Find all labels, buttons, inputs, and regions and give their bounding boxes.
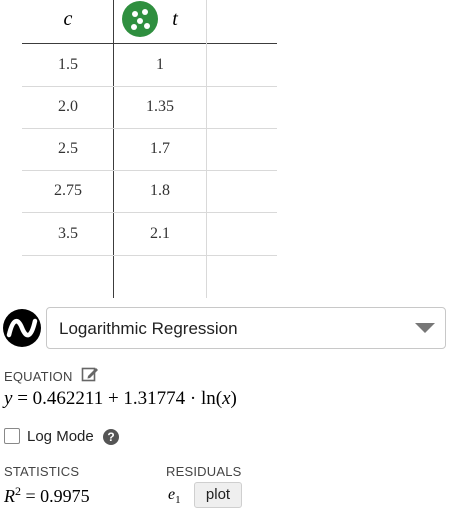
row-divider [22, 128, 277, 129]
residual-variable: e1 [168, 486, 181, 507]
table-cell[interactable]: 2.1 [114, 225, 206, 243]
row-divider [22, 255, 277, 256]
point-dots-icon[interactable] [122, 1, 158, 37]
regression-type-label: Logarithmic Regression [59, 319, 238, 338]
table-cell[interactable]: 2.75 [22, 182, 114, 200]
header-divider [22, 43, 277, 44]
edit-icon[interactable] [81, 365, 99, 383]
table-cell[interactable]: 3.5 [22, 225, 114, 243]
residuals-section-label: RESIDUALS [166, 464, 242, 479]
column-header-c[interactable]: c [22, 8, 114, 31]
log-mode-checkbox[interactable] [4, 428, 20, 444]
table-cell[interactable]: 2.5 [22, 140, 114, 158]
chevron-down-icon [415, 323, 435, 333]
column-divider [206, 0, 207, 298]
row-divider [22, 212, 277, 213]
table-cell[interactable]: 1.5 [22, 56, 114, 74]
plot-residuals-button[interactable]: plot [194, 482, 242, 508]
row-divider [22, 86, 277, 87]
table-cell[interactable]: 1.35 [114, 98, 206, 116]
help-icon[interactable]: ? [103, 429, 119, 445]
desmos-logo-icon [2, 308, 42, 348]
regression-type-select[interactable]: Logarithmic Regression [46, 307, 446, 349]
log-mode-label[interactable]: Log Mode [27, 428, 94, 445]
table-cell[interactable]: 2.0 [22, 98, 114, 116]
table-cell[interactable]: 1.7 [114, 140, 206, 158]
r-squared-value: R2 = 0.9975 [4, 484, 90, 506]
column-header-t[interactable]: t [160, 8, 190, 31]
regression-equation: y = 0.462211 + 1.31774 · ln(x) [4, 388, 237, 409]
table-cell[interactable]: 1 [114, 56, 206, 74]
data-table: c t 1.5 2.0 2.5 2.75 3.5 1 1.35 1.7 1.8 … [0, 0, 300, 300]
equation-section-label: EQUATION [4, 369, 73, 384]
table-cell[interactable]: 1.8 [114, 182, 206, 200]
statistics-section-label: STATISTICS [4, 464, 80, 479]
row-divider [22, 170, 277, 171]
